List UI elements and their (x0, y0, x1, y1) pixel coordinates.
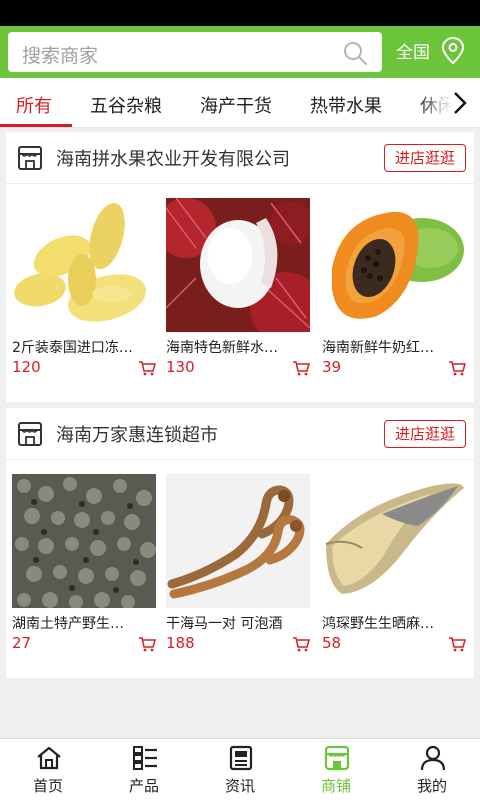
search-placeholder: 搜索商家 (22, 45, 99, 67)
news-icon (229, 745, 253, 771)
store-icon (18, 422, 42, 446)
tab-label: 首页 (32, 777, 63, 795)
product-image[interactable] (322, 474, 466, 608)
cart-icon[interactable] (138, 636, 156, 652)
list-icon (133, 746, 157, 770)
product-image[interactable] (322, 198, 466, 332)
tab-label: 我的 (416, 777, 447, 795)
cart-icon[interactable] (292, 360, 310, 376)
tab-news[interactable]: 资讯 (192, 739, 288, 800)
product-title[interactable]: 干海马一对 可泡酒 (166, 613, 310, 633)
tab-grains[interactable]: 五谷杂粮 (90, 92, 162, 118)
cart-icon[interactable] (138, 360, 156, 376)
top-bar: 搜索商家 全国 (0, 26, 480, 78)
product-image[interactable] (12, 474, 156, 608)
tab-label: 商铺 (320, 777, 351, 795)
region-selector[interactable]: 全国 (396, 38, 430, 63)
tab-label: 资讯 (224, 777, 255, 795)
user-icon (420, 745, 446, 771)
active-tab-indicator (0, 124, 72, 127)
product-title[interactable]: 海南特色新鲜水… (166, 337, 310, 357)
shop-icon (324, 745, 350, 771)
shop-header: 海南拼水果农业开发有限公司 进店逛逛 (6, 132, 474, 184)
category-tabs: 所有 五谷杂粮 海产干货 热带水果 休闲 (0, 78, 480, 128)
product-price: 39 (322, 358, 342, 376)
product-image[interactable] (12, 198, 156, 332)
store-icon (18, 146, 42, 170)
search-icon[interactable] (342, 40, 368, 66)
visit-shop-button[interactable]: 进店逛逛 (384, 420, 466, 448)
home-icon (37, 746, 61, 770)
shop-header: 海南万家惠连锁超市 进店逛逛 (6, 408, 474, 460)
product-title[interactable]: 湖南土特产野生… (12, 613, 156, 633)
cart-icon[interactable] (292, 636, 310, 652)
cart-icon[interactable] (448, 636, 466, 652)
tab-products[interactable]: 产品 (96, 739, 192, 800)
tab-all[interactable]: 所有 (16, 92, 52, 118)
tab-home[interactable]: 首页 (0, 739, 96, 800)
location-icon[interactable] (440, 36, 466, 66)
shop-card: 海南万家惠连锁超市 进店逛逛 湖南土特产野生… 27 干海马一对 可泡酒 188… (6, 408, 474, 678)
product-price: 58 (322, 634, 342, 652)
product-image[interactable] (166, 198, 310, 332)
product-price: 27 (12, 634, 32, 652)
product-title[interactable]: 鸿琛野生生晒麻… (322, 613, 466, 633)
shop-name[interactable]: 海南拼水果农业开发有限公司 (56, 145, 290, 171)
product-title[interactable]: 海南新鲜牛奶红… (322, 337, 466, 357)
visit-shop-button[interactable]: 进店逛逛 (384, 144, 466, 172)
tab-seafood[interactable]: 海产干货 (200, 92, 272, 118)
tab-tropical-fruit[interactable]: 热带水果 (310, 92, 382, 118)
search-input[interactable]: 搜索商家 (8, 32, 382, 72)
shop-name[interactable]: 海南万家惠连锁超市 (56, 421, 218, 447)
product-price: 120 (12, 358, 41, 376)
bottom-tab-bar: 首页 产品 资讯 商铺 我的 (0, 738, 480, 800)
product-price: 188 (166, 634, 195, 652)
shop-card: 海南拼水果农业开发有限公司 进店逛逛 2斤装泰国进口冻… 120 海南特色新鲜水… (6, 132, 474, 402)
tab-shops[interactable]: 商铺 (288, 739, 384, 800)
status-bar (0, 0, 480, 26)
product-price: 130 (166, 358, 195, 376)
chevron-right-icon[interactable] (448, 90, 472, 116)
tab-profile[interactable]: 我的 (384, 739, 480, 800)
product-title[interactable]: 2斤装泰国进口冻… (12, 337, 156, 357)
tab-label: 产品 (128, 777, 159, 795)
cart-icon[interactable] (448, 360, 466, 376)
product-image[interactable] (166, 474, 310, 608)
